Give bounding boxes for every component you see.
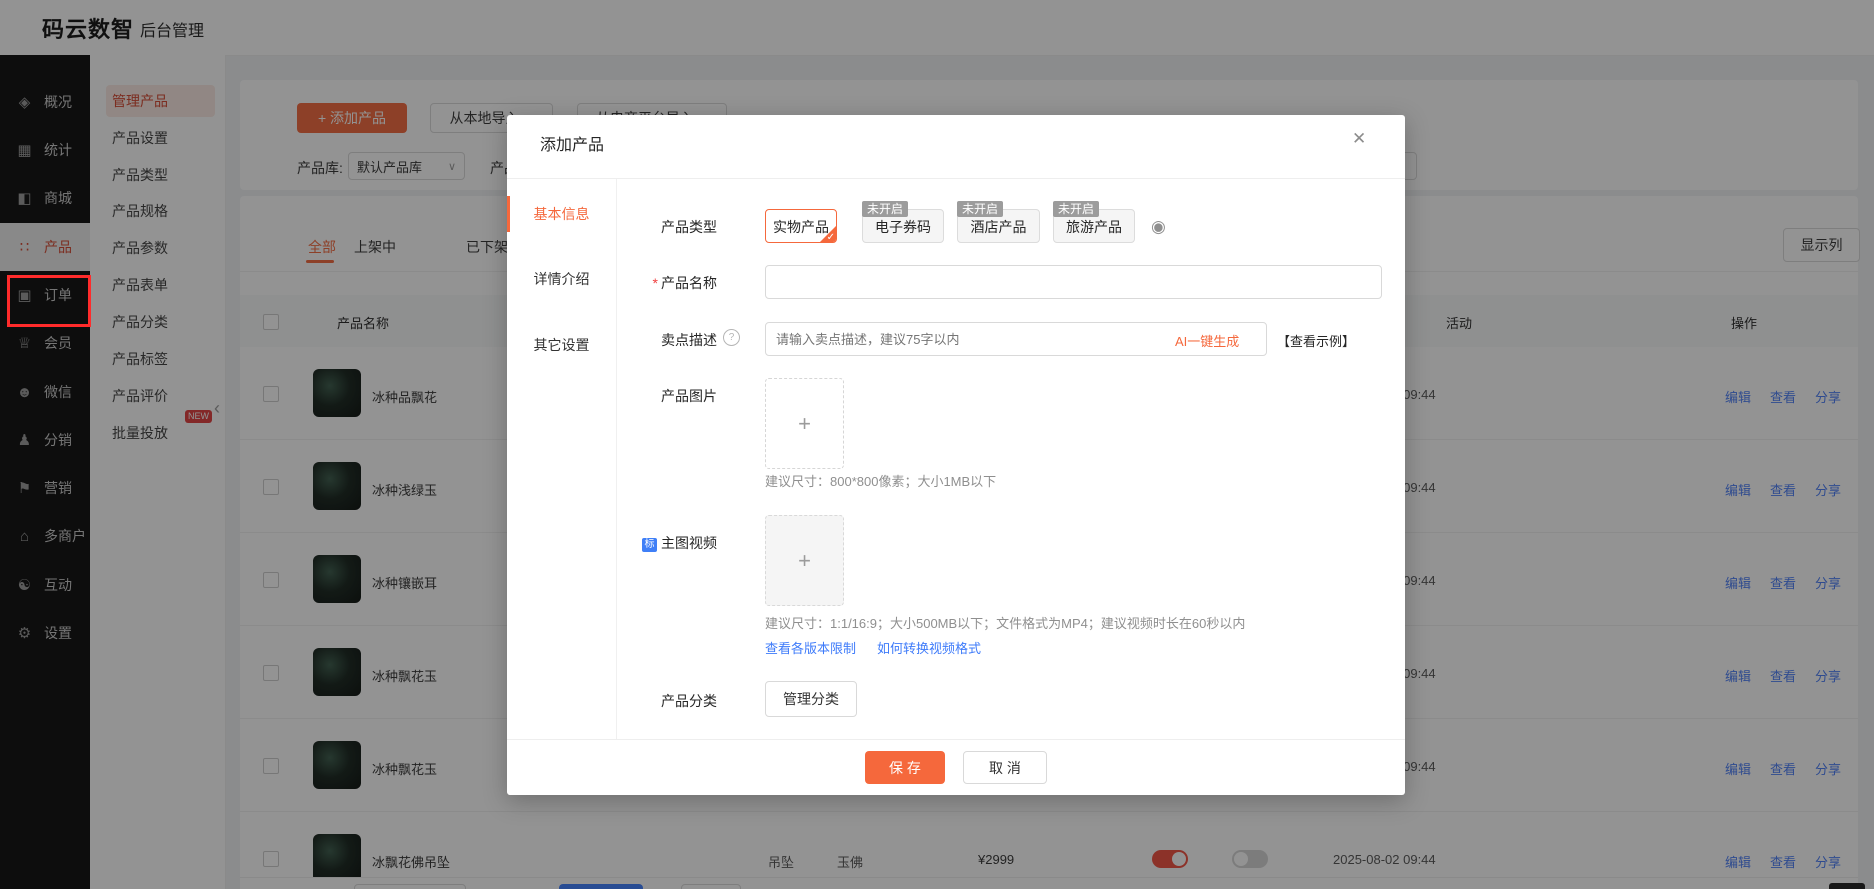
main-video-label: 标主图视频 [507, 533, 717, 553]
modal-header-divider [507, 178, 1405, 179]
required-asterisk: * [653, 275, 658, 291]
video-upload-box[interactable]: + [765, 515, 844, 606]
ai-generate-link[interactable]: AI一键生成 [1175, 331, 1239, 350]
image-hint: 建议尺寸：800*800像素；大小1MB以下 [765, 471, 996, 490]
add-product-modal: 添加产品 ✕ 基本信息 详情介绍 其它设置 产品类型 实物产品 ✓ 未开启 电子… [507, 115, 1405, 795]
cancel-button[interactable]: 取 消 [963, 751, 1047, 784]
modal-title: 添加产品 [540, 131, 604, 155]
manage-category-button[interactable]: 管理分类 [765, 681, 857, 717]
not-enabled-badge: 未开启 [1053, 201, 1099, 217]
save-button[interactable]: 保 存 [865, 751, 945, 784]
plus-icon: + [798, 411, 811, 437]
not-enabled-badge: 未开启 [957, 201, 1003, 217]
standard-badge: 标 [642, 538, 657, 552]
product-name-label: *产品名称 [507, 273, 717, 293]
product-image-label: 产品图片 [507, 386, 717, 406]
modal-footer-divider [507, 739, 1405, 740]
preview-eye-icon[interactable]: ◉ [1151, 217, 1166, 237]
check-icon: ✓ [827, 233, 835, 243]
not-enabled-badge: 未开启 [862, 201, 908, 217]
convert-format-link[interactable]: 如何转换视频格式 [877, 638, 981, 657]
image-upload-box[interactable]: + [765, 378, 844, 469]
click-annotation-box [7, 275, 91, 327]
close-icon[interactable]: ✕ [1352, 129, 1366, 149]
type-physical-product[interactable]: 实物产品 ✓ [765, 209, 837, 243]
video-hint: 建议尺寸：1:1/16:9；大小500MB以下；文件格式为MP4；建议视频时长在… [765, 613, 1245, 632]
help-icon[interactable]: ? [723, 329, 740, 346]
modal-tab-divider [616, 179, 617, 739]
product-category-label: 产品分类 [507, 691, 717, 711]
view-example-link[interactable]: 【查看示例】 [1277, 331, 1355, 350]
selling-point-label: 卖点描述 [507, 330, 717, 350]
product-type-label: 产品类型 [507, 217, 717, 237]
app-root: 码云数智 后台管理 ◈ 概况 ▦ 统计 ◧ 商城 ∷ 产品 ▣ 订单 ♕ 会员 … [0, 0, 1874, 889]
product-name-input[interactable] [765, 265, 1382, 299]
version-limit-link[interactable]: 查看各版本限制 [765, 638, 856, 657]
plus-icon: + [798, 548, 811, 574]
